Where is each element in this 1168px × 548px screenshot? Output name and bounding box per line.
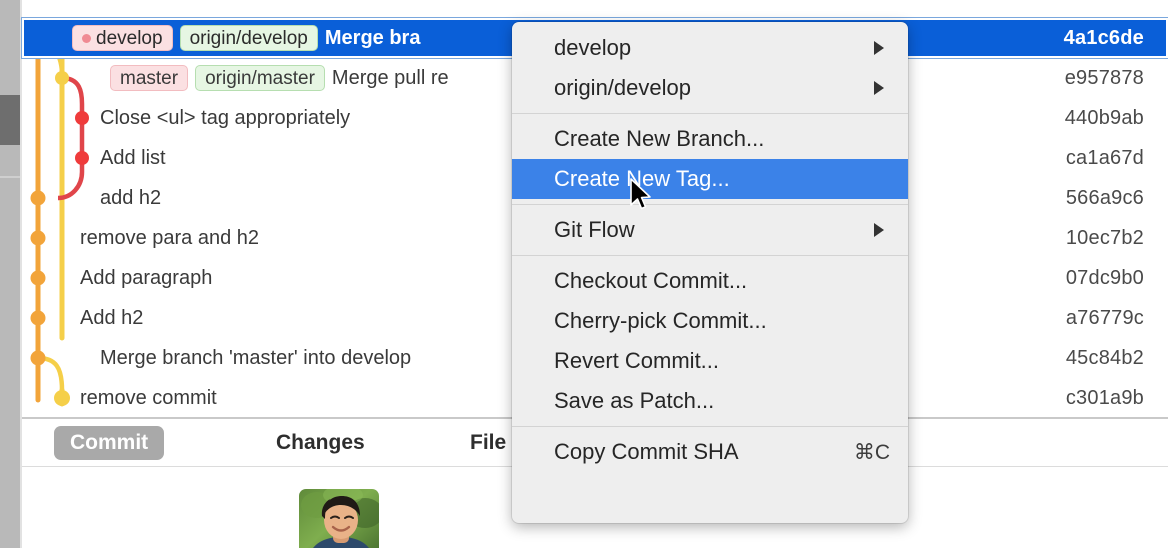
commit-message-text: Merge bra	[324, 26, 421, 49]
commit-sha-cell: 10ec7b2	[1065, 226, 1144, 249]
menu-item-label: Git Flow	[554, 217, 635, 242]
menu-item-shortcut: ⌘C	[853, 440, 890, 464]
tab-commit[interactable]: Commit	[54, 426, 165, 460]
sidebar-selected-block[interactable]	[0, 95, 20, 145]
tab-changes[interactable]: Changes	[260, 426, 381, 460]
commit-sha-cell: e957878	[1064, 66, 1144, 89]
commit-message-text: Merge pull re	[331, 66, 449, 89]
commit-message-text: add h2	[100, 186, 162, 209]
sidebar-divider	[0, 176, 20, 178]
commit-message-cell: Add h2	[80, 298, 143, 338]
branch-badge-origin-master[interactable]: origin/master	[195, 65, 325, 91]
commit-sha-cell: 4a1c6de	[1063, 26, 1144, 49]
commit-message-cell: develop origin/develop Merge bra	[72, 18, 420, 58]
branch-dot-icon	[82, 33, 91, 43]
commit-message-text: Add list	[100, 146, 166, 169]
commit-message-text: Add paragraph	[80, 266, 213, 289]
menu-item-create-new-branch[interactable]: Create New Branch...	[512, 119, 908, 159]
commit-sha-cell: 440b9ab	[1064, 106, 1144, 129]
menu-separator	[512, 426, 908, 427]
commit-message-text: Add h2	[80, 306, 144, 329]
branch-badge-label: master	[120, 67, 179, 89]
menu-separator	[512, 113, 908, 114]
branch-badge-master[interactable]: master	[110, 65, 189, 91]
mouse-cursor	[629, 178, 653, 214]
commit-message-cell: Add paragraph	[80, 258, 212, 298]
menu-item-develop[interactable]: develop	[512, 28, 908, 68]
commit-message-cell: add h2	[100, 178, 161, 218]
menu-item-label: Copy Commit SHA	[554, 439, 739, 464]
git-client-window: develop origin/develop Merge bra 4a1c6de…	[0, 0, 1168, 548]
branch-badge-origin-develop[interactable]: origin/develop	[179, 25, 318, 51]
menu-item-cherry-pick-commit[interactable]: Cherry-pick Commit...	[512, 301, 908, 341]
commit-message-text: Merge branch 'master' into develop	[100, 346, 412, 369]
chevron-right-icon	[874, 41, 884, 55]
menu-item-label: Save as Patch...	[554, 388, 715, 413]
chevron-right-icon	[874, 81, 884, 95]
menu-item-create-new-tag[interactable]: Create New Tag...	[512, 159, 908, 199]
commit-message-cell: master origin/master Merge pull re	[110, 58, 449, 98]
avatar	[299, 489, 379, 548]
commit-sha-cell: 566a9c6	[1065, 186, 1144, 209]
menu-item-save-as-patch[interactable]: Save as Patch...	[512, 381, 908, 421]
menu-item-label: develop	[554, 35, 632, 60]
menu-separator	[512, 255, 908, 256]
window-left-strip	[0, 0, 20, 548]
commit-message-cell: remove para and h2	[80, 218, 259, 258]
menu-item-origin-develop[interactable]: origin/develop	[512, 68, 908, 108]
commit-message-text: remove para and h2	[80, 226, 260, 249]
menu-separator	[512, 204, 908, 205]
commit-message-text: remove commit	[80, 386, 217, 409]
branch-badge-label: develop	[96, 27, 163, 49]
commit-context-menu[interactable]: develop origin/develop Create New Branch…	[512, 22, 908, 523]
commit-sha-cell: a76779c	[1065, 306, 1144, 329]
branch-badge-label: origin/develop	[189, 27, 308, 49]
menu-item-label: Create New Branch...	[554, 126, 765, 151]
branch-badge-label: origin/master	[205, 67, 315, 89]
commit-message-text: Close <ul> tag appropriately	[100, 106, 351, 129]
commit-sha-cell: 45c84b2	[1065, 346, 1144, 369]
commit-message-cell: remove commit	[80, 378, 217, 418]
tab-label: Commit	[70, 431, 149, 454]
menu-item-label: Checkout Commit...	[554, 268, 748, 293]
commit-message-cell: Add list	[100, 138, 166, 178]
branch-badge-develop[interactable]: develop	[72, 25, 173, 51]
commit-message-cell: Close <ul> tag appropriately	[100, 98, 350, 138]
chevron-right-icon	[874, 223, 884, 237]
menu-item-label: Cherry-pick Commit...	[554, 308, 767, 333]
menu-item-copy-commit-sha[interactable]: Copy Commit SHA ⌘C	[512, 432, 908, 472]
menu-item-git-flow[interactable]: Git Flow	[512, 210, 908, 250]
menu-item-label: Revert Commit...	[554, 348, 720, 373]
menu-item-label: origin/develop	[554, 75, 691, 100]
menu-item-checkout-commit[interactable]: Checkout Commit...	[512, 261, 908, 301]
commit-message-cell: Merge branch 'master' into develop	[100, 338, 411, 378]
commit-sha-cell: 07dc9b0	[1065, 266, 1144, 289]
commit-sha-cell: ca1a67d	[1065, 146, 1144, 169]
tab-label: Changes	[276, 431, 365, 454]
menu-item-revert-commit[interactable]: Revert Commit...	[512, 341, 908, 381]
commit-sha-cell: c301a9b	[1065, 386, 1144, 409]
